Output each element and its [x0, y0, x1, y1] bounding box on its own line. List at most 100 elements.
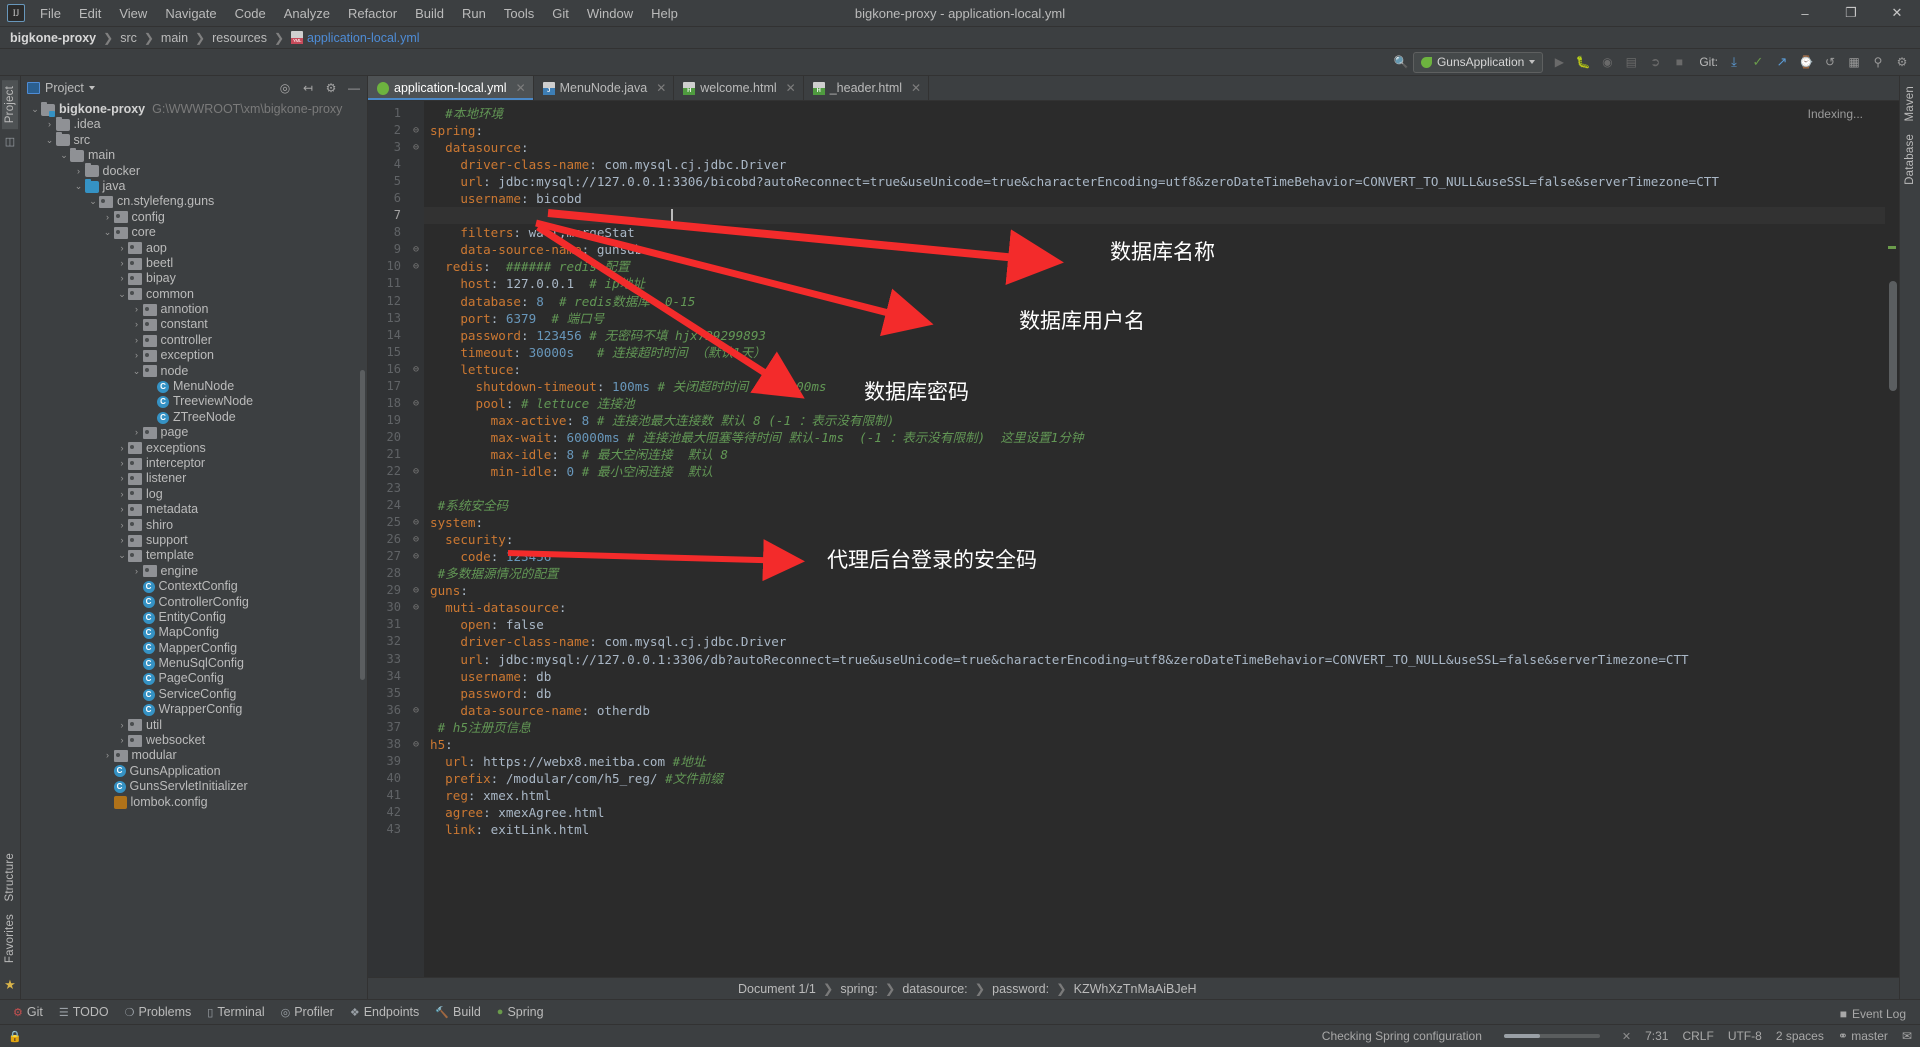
breadcrumb-item-main[interactable]: main — [159, 31, 190, 45]
chevron-right-icon[interactable]: › — [102, 210, 114, 225]
fold-toggle-icon[interactable]: ⊖ — [408, 736, 424, 753]
tree-node[interactable]: › engine — [21, 564, 367, 579]
breadcrumb-item-src[interactable]: src — [118, 31, 139, 45]
fold-toggle-icon[interactable]: ⊖ — [408, 531, 424, 548]
sidebar-item-maven[interactable]: Maven — [1902, 80, 1918, 128]
tree-node[interactable]: ⌄ java — [21, 178, 367, 194]
menu-item-git[interactable]: Git — [543, 2, 578, 25]
chevron-down-icon[interactable]: ⌄ — [73, 179, 85, 194]
tree-node[interactable]: › docker — [21, 163, 367, 179]
attach-icon[interactable]: ➲ — [1644, 51, 1666, 73]
tree-node[interactable]: › MenuSqlConfig — [21, 656, 367, 671]
file-encoding[interactable]: UTF-8 — [1728, 1029, 1762, 1043]
settings-icon[interactable]: ⚙ — [322, 79, 340, 97]
code-line[interactable]: timeout: 30000s # 连接超时时间 （默认1天） — [430, 344, 1885, 361]
code-line[interactable]: driver-class-name: com.mysql.cj.jdbc.Dri… — [430, 633, 1885, 650]
chevron-right-icon[interactable]: › — [131, 671, 143, 686]
close-button[interactable]: ✕ — [1874, 0, 1920, 27]
tree-node[interactable]: › ContextConfig — [21, 579, 367, 594]
tree-node[interactable]: › ControllerConfig — [21, 595, 367, 610]
chevron-down-icon[interactable]: ⌄ — [102, 225, 114, 240]
event-log-button[interactable]: ■ Event Log — [1840, 1007, 1906, 1021]
stop-icon[interactable]: ■ — [1668, 51, 1690, 73]
code-line[interactable]: data-source-name: otherdb — [430, 702, 1885, 719]
code-line[interactable]: open: false — [430, 616, 1885, 633]
cancel-progress-icon[interactable]: ✕ — [1622, 1030, 1631, 1043]
menu-item-analyze[interactable]: Analyze — [275, 2, 339, 25]
chevron-right-icon[interactable]: › — [102, 795, 114, 810]
tree-node[interactable]: ⌄ cn.stylefeng.guns — [21, 194, 367, 209]
indent-setting[interactable]: 2 spaces — [1776, 1029, 1824, 1043]
tree-node[interactable]: › GunsApplication — [21, 764, 367, 779]
chevron-right-icon[interactable]: › — [116, 456, 128, 471]
tree-node[interactable]: › page — [21, 425, 367, 440]
tree-node[interactable]: › MapperConfig — [21, 641, 367, 656]
minimize-button[interactable]: – — [1782, 0, 1828, 27]
code-folding-column[interactable]: ⊖ ⊖ ⊖ ⊖ ⊖ ⊖ ⊖ ⊖ ⊖ ⊖ ⊖ ⊖ ⊖ ⊖ — [408, 101, 424, 977]
collapse-all-icon[interactable]: ↤ — [299, 79, 317, 97]
tree-node[interactable]: › util — [21, 718, 367, 733]
locate-icon[interactable]: ◎ — [276, 79, 294, 97]
menu-item-navigate[interactable]: Navigate — [156, 2, 225, 25]
tree-node[interactable]: › controller — [21, 333, 367, 348]
git-branch[interactable]: ⚭ master — [1838, 1029, 1888, 1043]
chevron-right-icon[interactable]: › — [116, 256, 128, 271]
run-configuration-selector[interactable]: GunsApplication — [1412, 51, 1544, 73]
project-tree-scrollbar[interactable] — [360, 370, 365, 680]
code-line[interactable]: database: 8 # redis数据库 0-15 — [430, 293, 1885, 310]
chevron-right-icon[interactable]: › — [131, 317, 143, 332]
tab-welcome-html[interactable]: welcome.html ✕ — [674, 76, 804, 100]
code-line[interactable]: url: jdbc:mysql://127.0.0.1:3306/bicobd?… — [430, 173, 1885, 190]
search-everywhere-icon[interactable]: 🔍 — [1390, 51, 1412, 73]
chevron-down-icon[interactable]: ⌄ — [44, 133, 56, 148]
chevron-right-icon[interactable]: › — [116, 733, 128, 748]
fold-toggle-icon[interactable]: ⊖ — [408, 395, 424, 412]
menu-item-build[interactable]: Build — [406, 2, 453, 25]
code-line[interactable]: h5: — [430, 736, 1885, 753]
menu-item-window[interactable]: Window — [578, 2, 642, 25]
tree-node[interactable]: › log — [21, 487, 367, 502]
tree-node[interactable]: › ZTreeNode — [21, 410, 367, 425]
menu-item-code[interactable]: Code — [226, 2, 275, 25]
run-icon[interactable]: ▶ — [1548, 51, 1570, 73]
code-line[interactable]: min-idle: 0 # 最小空闲连接 默认 — [430, 463, 1885, 480]
chevron-right-icon[interactable]: › — [102, 748, 114, 763]
fold-toggle-icon[interactable]: ⊖ — [408, 514, 424, 531]
tree-node[interactable]: › websocket — [21, 733, 367, 748]
tool-button-spring[interactable]: ● Spring — [490, 1002, 551, 1022]
tree-node[interactable]: ⌄ main — [21, 147, 367, 163]
project-panel-title[interactable]: Project — [45, 81, 84, 95]
caret-position[interactable]: 7:31 — [1645, 1029, 1668, 1043]
settings-gear-icon[interactable]: ⚙ — [1891, 51, 1913, 73]
tool-button-todo[interactable]: ☰ TODO — [52, 1002, 116, 1022]
tree-node[interactable]: › constant — [21, 317, 367, 332]
tree-node[interactable]: ⌄ node — [21, 364, 367, 379]
tree-node[interactable]: › config — [21, 210, 367, 225]
code-line[interactable]: url: https://webx8.meitba.com #地址 — [430, 753, 1885, 770]
code-line[interactable]: lettuce: — [430, 361, 1885, 378]
chevron-right-icon[interactable]: › — [131, 702, 143, 717]
code-line[interactable]: muti-datasource: — [430, 599, 1885, 616]
chevron-down-icon[interactable]: ⌄ — [29, 102, 41, 117]
chevron-right-icon[interactable]: › — [116, 471, 128, 486]
chevron-right-icon[interactable]: › — [131, 641, 143, 656]
fold-toggle-icon[interactable]: ⊖ — [408, 361, 424, 378]
push-icon[interactable]: ↗ — [1771, 51, 1793, 73]
code-line[interactable]: port: 6379 # 端口号 — [430, 310, 1885, 327]
tree-node[interactable]: › .idea — [21, 117, 367, 132]
doc-crumb-password[interactable]: password: — [992, 982, 1049, 996]
project-structure-icon[interactable]: ▦ — [1843, 51, 1865, 73]
sidebar-item-structure[interactable]: Structure — [2, 847, 18, 907]
chevron-right-icon[interactable]: › — [131, 302, 143, 317]
tree-node[interactable]: ⌄ template — [21, 548, 367, 563]
chevron-right-icon[interactable]: › — [131, 333, 143, 348]
tab-menunode-java[interactable]: MenuNode.java ✕ — [534, 76, 675, 100]
code-line[interactable]: shutdown-timeout: 100ms # 关闭超时时间 默认 100m… — [430, 378, 1885, 395]
tree-node[interactable]: › MapConfig — [21, 625, 367, 640]
chevron-down-icon[interactable] — [88, 86, 95, 90]
code-line[interactable]: max-wait: 60000ms # 连接池最大阻塞等待时间 默认-1ms (… — [430, 429, 1885, 446]
tree-node[interactable]: ⌄ common — [21, 287, 367, 302]
chevron-right-icon[interactable]: › — [131, 610, 143, 625]
tool-button-problems[interactable]: ❍ Problems — [118, 1002, 199, 1022]
tab-header-html[interactable]: _header.html ✕ — [804, 76, 930, 100]
